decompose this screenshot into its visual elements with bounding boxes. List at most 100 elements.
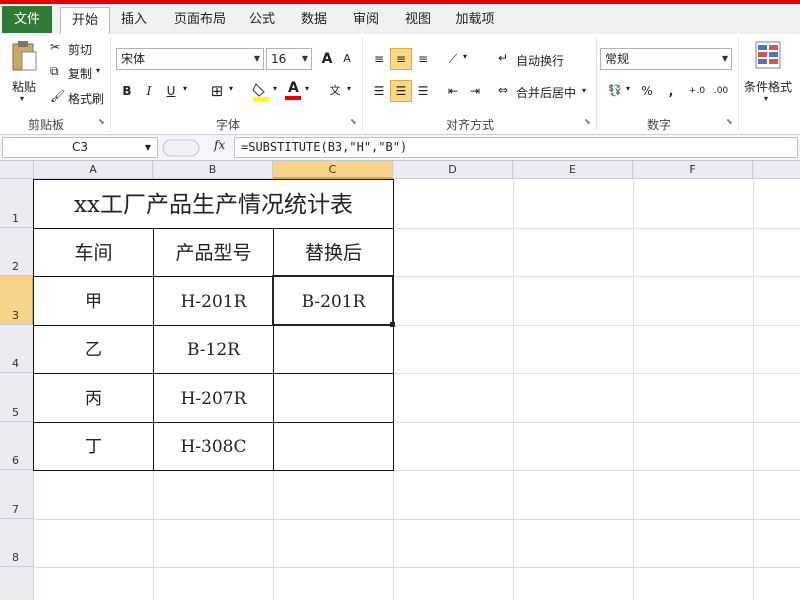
orientation-icon[interactable]: ⟋ [442,48,464,70]
row-header-6[interactable]: 6 [0,422,34,470]
increase-decimal-icon[interactable]: +.0 [686,80,708,102]
column-header-d[interactable]: D [393,161,513,179]
chevron-down-icon[interactable]: ▾ [626,84,630,93]
copy-button[interactable]: ⧉ 复制 ▾ [50,64,110,82]
row-header-2[interactable]: 2 [0,228,34,276]
table-cell[interactable]: 甲 [33,276,154,326]
row-header-9[interactable] [0,567,34,600]
align-left-icon[interactable]: ☰ [368,80,390,102]
column-header-c[interactable]: C [273,161,393,179]
row-header-5[interactable]: 5 [0,373,34,422]
align-bottom-icon[interactable]: ≡ [412,48,434,70]
percent-button[interactable]: % [636,80,658,102]
chevron-down-icon: ▾ [764,94,769,103]
formula-input[interactable]: =SUBSTITUTE(B3,"H","B") [234,137,798,158]
wrap-text-icon: ↵ [498,51,509,65]
decrease-indent-icon[interactable]: ⇤ [442,80,464,102]
bold-button[interactable]: B [116,80,138,102]
paste-button[interactable]: 粘贴 ▾ [6,38,42,108]
table-cell[interactable] [273,422,394,471]
table-cell[interactable]: H-207R [153,373,274,423]
align-middle-icon[interactable]: ≡ [390,48,412,70]
column-header-b[interactable]: B [153,161,273,179]
row-header-7[interactable]: 7 [0,470,34,519]
tab-page-layout[interactable]: 页面布局 [170,7,230,34]
ribbon-tab-bar: 文件 开始 插入 页面布局 公式 数据 审阅 视图 加载项 [0,0,800,35]
header-cell-workshop[interactable]: 车间 [33,228,154,277]
table-cell[interactable]: H-201R [153,276,274,326]
chevron-down-icon[interactable]: ▾ [463,52,467,61]
dialog-launcher-icon[interactable]: ⬊ [584,117,591,126]
align-center-icon[interactable]: ☰ [390,80,412,102]
grow-font-button[interactable]: A [316,48,338,70]
chevron-down-icon[interactable]: ▾ [183,84,187,93]
row-header-4[interactable]: 4 [0,325,34,373]
dialog-launcher-icon[interactable]: ⬊ [726,117,733,126]
table-cell[interactable]: B-12R [153,325,274,374]
decrease-decimal-icon[interactable]: .00 [710,80,732,102]
tab-data[interactable]: 数据 [296,7,332,34]
dialog-launcher-icon[interactable]: ⬊ [98,117,105,126]
dialog-launcher-icon[interactable]: ⬊ [350,117,357,126]
chevron-down-icon[interactable]: ▾ [305,84,309,93]
underline-button[interactable]: U [160,80,182,102]
format-painter-button[interactable]: 🖌 格式刷 [50,89,110,107]
tab-formulas[interactable]: 公式 [244,7,280,34]
column-header-a[interactable]: A [34,161,153,179]
align-top-icon[interactable]: ≡ [368,48,390,70]
chevron-down-icon[interactable]: ▾ [229,84,233,93]
tab-addins[interactable]: 加载项 [452,7,498,34]
copy-icon: ⧉ [50,64,59,78]
chevron-down-icon[interactable]: ▾ [273,84,277,93]
chevron-down-icon: ▼ [144,143,151,152]
formula-bar-handle-icon[interactable] [162,138,202,158]
row-header-1[interactable]: 1 [0,179,34,228]
table-cell[interactable] [273,373,394,423]
title-accent-strip [0,0,800,4]
font-size-value: 16 [271,52,287,66]
shrink-font-button[interactable]: A [336,48,358,70]
alignment-group-label: 对齐方式 [445,118,494,132]
tab-home[interactable]: 开始 [60,7,110,34]
tab-review[interactable]: 审阅 [348,7,384,34]
borders-icon[interactable]: ⊞ [206,80,228,102]
italic-button[interactable]: I [138,80,160,102]
cut-button[interactable]: ✂ 剪切 [50,40,110,58]
table-title-cell[interactable]: xx工厂产品生产情况统计表 [33,179,394,229]
tab-insert[interactable]: 插入 [114,7,154,34]
row-header-3[interactable]: 3 [0,276,34,325]
merge-center-button[interactable]: ⇔ 合并后居中 ▾ [498,80,590,102]
chevron-down-icon[interactable]: ▾ [347,84,351,93]
table-cell[interactable]: 乙 [33,325,154,374]
phonetic-guide-icon[interactable]: 文 [324,80,346,102]
select-all-corner[interactable] [0,161,34,179]
wrap-text-button[interactable]: ↵ 自动换行 [498,48,588,70]
font-name-value: 宋体 [121,52,146,66]
column-header-e[interactable]: E [513,161,633,179]
tab-view[interactable]: 视图 [400,7,436,34]
column-header-g[interactable] [753,161,800,179]
font-name-select[interactable]: 宋体 ▼ [116,48,264,70]
comma-style-button[interactable]: , [660,80,682,102]
fill-handle[interactable] [390,322,395,327]
table-cell[interactable] [273,325,394,374]
header-cell-replaced[interactable]: 替换后 [273,228,394,277]
wrap-text-label: 自动换行 [516,54,565,68]
table-cell[interactable]: H-308C [153,422,274,471]
increase-indent-icon[interactable]: ⇥ [464,80,486,102]
conditional-format-button[interactable]: 条件格式 ▾ [742,38,800,108]
table-cell[interactable]: 丙 [33,373,154,423]
currency-icon[interactable]: 💱 [604,80,626,102]
font-size-select[interactable]: 16 ▼ [266,48,312,70]
number-format-select[interactable]: 常规 ▼ [600,48,732,70]
header-cell-model[interactable]: 产品型号 [153,228,274,277]
tab-file[interactable]: 文件 [2,6,52,33]
fill-color-icon[interactable] [250,80,272,102]
name-box[interactable]: C3 ▼ [2,137,158,158]
row-header-8[interactable]: 8 [0,519,34,567]
table-cell[interactable]: 丁 [33,422,154,471]
column-header-f[interactable]: F [633,161,753,179]
insert-function-icon[interactable]: fx [214,138,225,152]
font-color-icon[interactable]: A [282,80,304,102]
align-right-icon[interactable]: ☰ [412,80,434,102]
